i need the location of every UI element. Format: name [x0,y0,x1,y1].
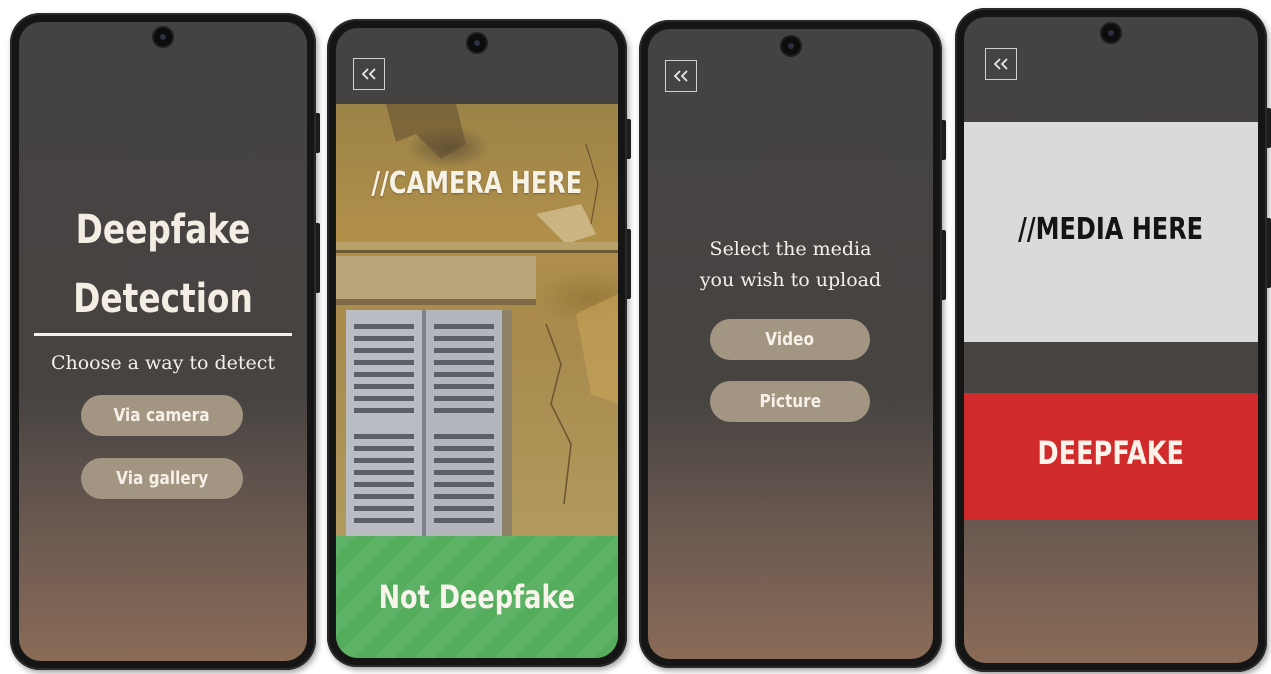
result-label: DEEPFAKE [1037,434,1185,472]
phone-frame-home: Deepfake Detection Choose a way to detec… [10,13,320,670]
camera-feed: //CAMERA HERE [336,104,618,536]
result-banner-not-deepfake: Not Deepfake [336,536,618,658]
phone-frame-upload: Select the media you wish to upload Vide… [639,20,946,668]
upload-prompt-line2: you wish to upload [699,269,882,291]
picture-button[interactable]: Picture [710,381,870,422]
via-camera-button[interactable]: Via camera [81,395,243,436]
front-camera-icon [781,37,800,55]
front-camera-icon [1102,24,1120,42]
camera-screen: //CAMERA HERE Not Deepfake [336,28,618,658]
video-label: Video [765,329,815,350]
result-screen: //MEDIA HERE DEEPFAKE [964,17,1258,663]
front-camera-icon [154,28,172,46]
home-screen: Deepfake Detection Choose a way to detec… [19,22,307,661]
result-banner-deepfake: DEEPFAKE [964,393,1258,519]
camera-placeholder-text: //CAMERA HERE [371,166,583,201]
app-title-line2: Detection [73,276,253,322]
video-button[interactable]: Video [710,319,870,360]
front-camera-icon [468,34,486,52]
via-camera-label: Via camera [113,405,211,426]
double-chevron-left-icon [361,68,376,80]
upload-screen: Select the media you wish to upload Vide… [648,29,933,659]
picture-label: Picture [759,391,821,412]
app-title-line1: Deepfake [75,207,251,253]
upload-prompt-line1: Select the media [709,238,872,260]
media-placeholder-text: //MEDIA HERE [1018,212,1204,247]
via-gallery-label: Via gallery [115,468,209,489]
double-chevron-left-icon [673,70,688,82]
media-preview: //MEDIA HERE [964,122,1258,342]
result-label: Not Deepfake [378,578,576,616]
back-button[interactable] [665,60,697,92]
double-chevron-left-icon [993,58,1008,70]
phone-frame-camera: //CAMERA HERE Not Deepfake [327,19,631,667]
phone-frame-result: //MEDIA HERE DEEPFAKE [955,8,1271,672]
back-button[interactable] [985,48,1017,80]
choose-method-text: Choose a way to detect [50,352,276,374]
via-gallery-button[interactable]: Via gallery [81,458,243,499]
back-button[interactable] [353,58,385,90]
title-divider [34,333,292,336]
